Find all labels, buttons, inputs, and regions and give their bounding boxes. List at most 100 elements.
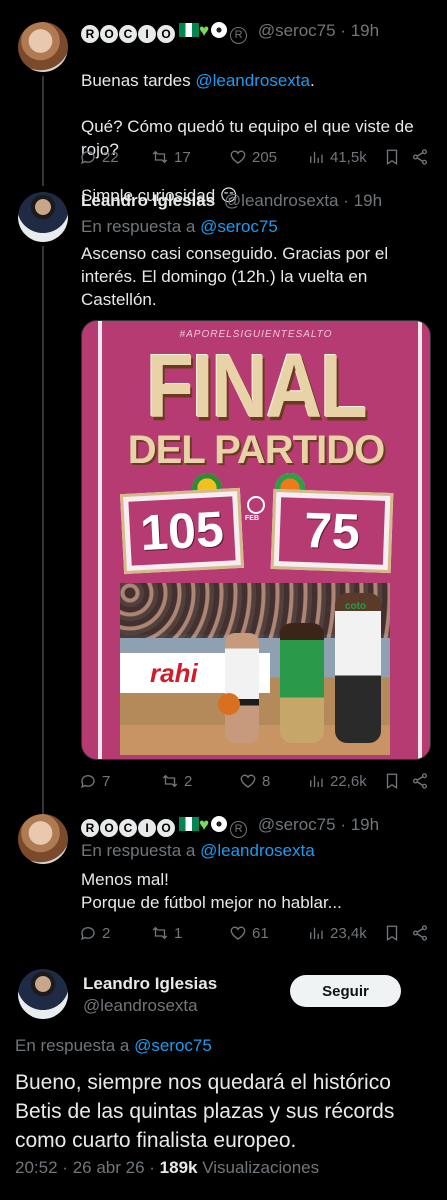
reply-button[interactable]: 22 [79, 148, 119, 166]
author-name-block: Leandro Iglesias @leandrosexta [83, 973, 217, 1017]
views-count: 23,4k [330, 924, 367, 942]
post-time[interactable]: 20:52 [15, 1158, 58, 1177]
handle[interactable]: @seroc75 [258, 815, 336, 834]
text-line: Buenas tardes @leandrosexta. [81, 71, 315, 90]
registered-icon: R [230, 27, 248, 44]
game-photo: rahi coto [120, 583, 390, 755]
repost-button[interactable]: 2 [161, 772, 192, 790]
views-button[interactable]: 23,4k [307, 924, 367, 942]
name-letter: R [81, 25, 99, 43]
reply-context: En respuesta a @seroc75 [15, 1035, 212, 1057]
post-date[interactable]: 26 abr 26 [73, 1158, 145, 1177]
media-image[interactable]: #APORELSIGUIENTESALTO FINAL DEL PARTIDO … [81, 320, 431, 760]
reply-icon [80, 775, 95, 789]
handle[interactable]: @leandrosexta [224, 191, 339, 210]
like-button[interactable]: 61 [229, 924, 269, 942]
name-letter: O [100, 819, 118, 837]
separator-dot: · [149, 1158, 155, 1177]
timestamp[interactable]: 19h [351, 815, 379, 834]
bookmark-icon [386, 149, 398, 166]
views-button[interactable]: 22,6k [307, 772, 367, 790]
views-total: 189k [159, 1158, 198, 1177]
main-tweet-text: Bueno, siempre nos quedará el histórico … [15, 1071, 395, 1152]
reply-to-link[interactable]: @seroc75 [134, 1036, 212, 1055]
repost-icon [152, 926, 168, 940]
bookmark-button[interactable] [383, 772, 401, 790]
share-button[interactable] [411, 772, 429, 790]
tweet-rocio-2[interactable]: R O C I O ♥ R @seroc75 · 19h En respuesta a @l… [0, 802, 447, 952]
views-count: 22,6k [330, 772, 367, 790]
bookmark-button[interactable] [383, 924, 401, 942]
views-icon [310, 927, 323, 939]
tweet-header: Leandro Iglesias @leandrosexta · 19h [81, 190, 382, 212]
avatar[interactable] [18, 969, 68, 1019]
nigeria-flag-icon [179, 23, 199, 37]
name-letter: O [157, 25, 175, 43]
repost-button[interactable]: 1 [151, 924, 182, 942]
action-bar: 22 17 205 41,5k [79, 148, 431, 168]
name-letter: O [100, 25, 118, 43]
display-name[interactable]: Leandro Iglesias [81, 191, 215, 210]
bookmark-button[interactable] [383, 148, 401, 166]
reply-button[interactable]: 7 [79, 772, 110, 790]
tweet-header: R O C I O ♥ R @seroc75 · 19h [81, 814, 379, 838]
views-button[interactable]: 41,5k [307, 148, 367, 166]
reply-prefix: En respuesta a [81, 841, 196, 860]
separator-dot: · [340, 21, 346, 40]
display-name[interactable]: R O C I O ♥ R [81, 815, 252, 838]
separator-dot: · [343, 191, 349, 210]
league-logo-icon [247, 496, 265, 514]
repost-button[interactable]: 17 [151, 148, 191, 166]
handle[interactable]: @leandrosexta [83, 995, 217, 1017]
name-letter: C [119, 819, 137, 837]
basketball-icon [218, 693, 240, 715]
poster-subtitle: DEL PARTIDO [127, 428, 385, 472]
handle[interactable]: @seroc75 [258, 21, 336, 40]
share-icon [412, 773, 428, 789]
bookmark-icon [386, 773, 398, 790]
tweet-rocio-1[interactable]: R O C I O ♥ R @seroc75 · 19h Buenas tardes @le… [0, 0, 447, 205]
share-icon [412, 925, 428, 941]
display-name[interactable]: Leandro Iglesias [83, 973, 217, 995]
action-bar: 7 2 8 22,6k [79, 772, 431, 792]
separator-dot: · [62, 1158, 68, 1177]
reply-to-link[interactable]: @leandrosexta [200, 841, 315, 860]
like-button[interactable]: 205 [229, 148, 277, 166]
tweet-leandro-reply[interactable]: Leandro Iglesias @leandrosexta · 19h En … [0, 180, 447, 816]
like-count: 8 [262, 772, 271, 790]
name-letter: I [138, 819, 156, 837]
avatar[interactable] [18, 814, 68, 864]
mention-link[interactable]: @leandrosexta [195, 71, 310, 90]
registered-icon: R [230, 821, 248, 838]
like-button[interactable]: 8 [239, 772, 270, 790]
home-score-box: 105 [119, 487, 245, 575]
share-button[interactable] [411, 148, 429, 166]
share-button[interactable] [411, 924, 429, 942]
views-label: Visualizaciones [202, 1158, 320, 1177]
name-letter: R [81, 819, 99, 837]
reply-count: 7 [102, 772, 111, 790]
tweet-text: Menos mal! Porque de fútbol mejor no hab… [81, 870, 342, 912]
reply-icon [80, 927, 95, 941]
name-letter: C [119, 25, 137, 43]
avatar[interactable] [18, 192, 68, 242]
green-heart-icon: ♥ [199, 21, 210, 40]
share-icon [412, 149, 428, 165]
away-score-box: 75 [270, 488, 394, 574]
repost-icon [162, 774, 178, 788]
like-icon [230, 150, 246, 164]
bookmark-icon [386, 925, 398, 942]
avatar[interactable] [18, 22, 68, 72]
name-letter: O [157, 819, 175, 837]
soccer-ball-icon [211, 816, 228, 832]
views-count: 41,5k [330, 148, 367, 166]
reply-to-link[interactable]: @seroc75 [200, 217, 278, 236]
timestamp[interactable]: 19h [354, 191, 382, 210]
reply-button[interactable]: 2 [79, 924, 110, 942]
tweet-meta: 20:52 · 26 abr 26 · 189k Visualizaciones [15, 1158, 319, 1178]
home-score: 105 [128, 496, 236, 566]
timestamp[interactable]: 19h [351, 21, 379, 40]
follow-button[interactable]: Seguir [290, 975, 401, 1007]
green-heart-icon: ♥ [199, 815, 210, 834]
display-name[interactable]: R O C I O ♥ R [81, 21, 252, 44]
